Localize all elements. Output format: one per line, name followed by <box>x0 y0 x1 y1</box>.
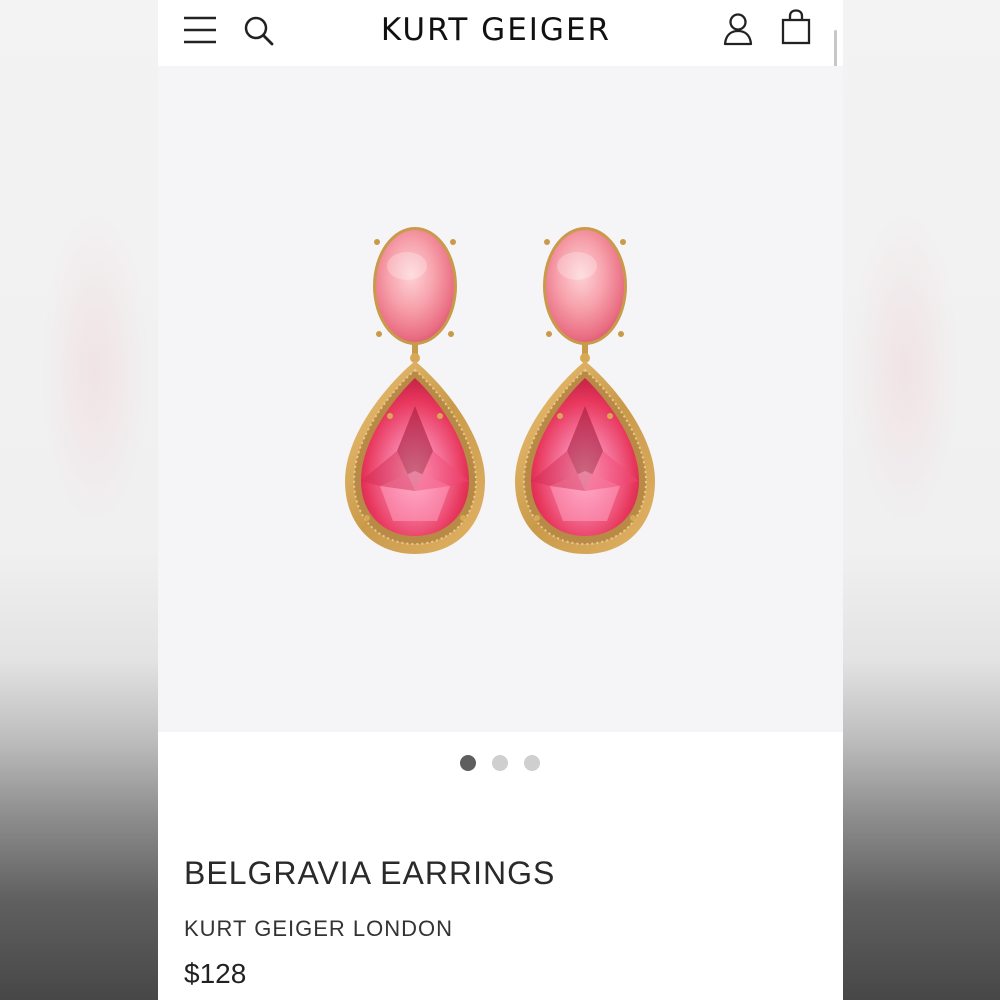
pink-gem-drop-earrings-image <box>344 226 656 555</box>
product-price: $128 <box>184 958 247 989</box>
gallery-dot-1[interactable] <box>460 755 476 771</box>
user-account-icon[interactable] <box>722 11 754 47</box>
left-blurred-background <box>0 0 158 1000</box>
search-icon[interactable] <box>242 13 276 49</box>
brand-logo[interactable]: KURT GEIGER <box>308 10 684 50</box>
shopping-bag-icon[interactable] <box>780 9 812 45</box>
right-blurred-background <box>842 0 1000 1000</box>
gallery-dot-3[interactable] <box>524 755 540 771</box>
product-name: BELGRAVIA EARRINGS <box>184 855 556 891</box>
gallery-pagination-dots <box>460 755 550 773</box>
product-brand[interactable]: KURT GEIGER LONDON <box>184 916 453 942</box>
product-image-gallery[interactable] <box>158 66 843 732</box>
hamburger-menu-icon[interactable] <box>182 13 218 47</box>
gallery-dot-2[interactable] <box>492 755 508 771</box>
site-header: KURT GEIGER <box>158 0 843 66</box>
product-page: KURT GEIGER BELGRAVIA EARRINGS KURT GEIG… <box>158 0 843 1000</box>
